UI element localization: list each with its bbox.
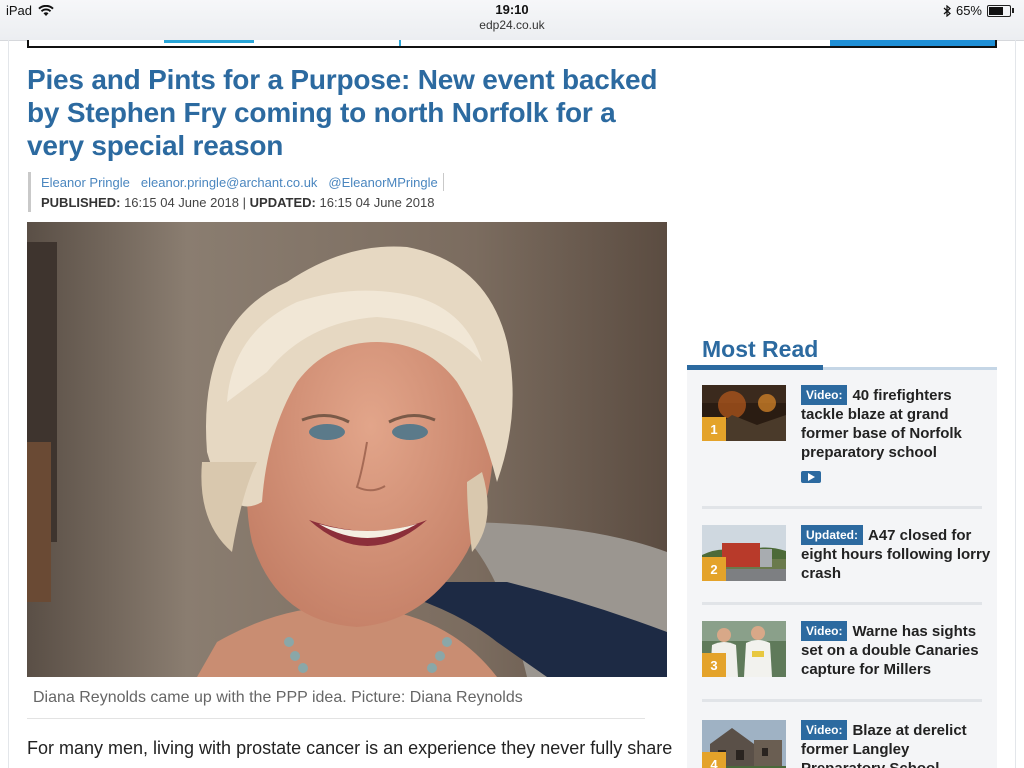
most-read-item-2[interactable]: 2 Updated: A47 closed for eight hours fol… (702, 525, 990, 595)
video-icon (801, 471, 821, 483)
thumbnail-fire[interactable]: 1 (702, 385, 786, 441)
byline-divider (442, 173, 444, 191)
updated-label: UPDATED: (249, 194, 316, 210)
most-read-item-1[interactable]: 1 Video: 40 firefighters tackle blaze at … (702, 385, 982, 495)
rank-badge: 4 (702, 752, 726, 768)
rank-badge: 2 (702, 557, 726, 581)
author-email-link[interactable]: eleanor.pringle@archant.co.uk (141, 175, 318, 190)
article-headline: Pies and Pints for a Purpose: New event … (27, 64, 658, 161)
page-edge-right (1015, 40, 1016, 768)
author-twitter-link[interactable]: @EleanorMPringle (328, 175, 437, 190)
status-right: 65% (943, 3, 1014, 18)
video-tag: Video: (801, 720, 848, 740)
battery-fill (989, 6, 1004, 15)
publish-info: PUBLISHED: 16:15 04 June 2018 | UPDATED:… (41, 192, 444, 212)
most-read-headline[interactable]: Updated: A47 closed for eight hours follo… (801, 525, 991, 583)
item-divider (702, 506, 982, 509)
item-divider (702, 602, 982, 605)
thumbnail-lorry[interactable]: 2 (702, 525, 786, 581)
updated-tag: Updated: (801, 525, 863, 545)
most-read-headline[interactable]: Video:Blaze at derelict former Langley P… (801, 720, 982, 768)
battery-percent: 65% (955, 3, 982, 18)
top-ad-banner[interactable] (27, 40, 997, 48)
video-tag: Video: (801, 385, 848, 405)
thumbnail-football[interactable]: 3 (702, 621, 786, 677)
bluetooth-icon (943, 4, 951, 17)
rank-badge: 1 (702, 417, 726, 441)
most-read-headline[interactable]: Video: Warne has sights set on a double C… (801, 621, 991, 679)
most-read-item-3[interactable]: 3 Video: Warne has sights set on a double… (702, 621, 982, 691)
author-link[interactable]: Eleanor Pringle (41, 175, 130, 190)
battery-icon (987, 4, 1011, 17)
item-divider (702, 699, 982, 702)
hero-photo[interactable] (27, 222, 667, 677)
updated-date: 16:15 04 June 2018 (319, 194, 435, 210)
ad-strip-block (830, 40, 995, 46)
most-read-item-4[interactable]: 4 Video: Blaze at derelict former Langley… (702, 720, 982, 768)
photo-caption: Diana Reynolds came up with the PPP idea… (27, 678, 645, 719)
date-separator: | (242, 194, 247, 210)
video-tag: Video: (801, 621, 848, 641)
article-body-first-line: For many men, living with prostate cance… (27, 738, 673, 758)
most-read-heading: Most Read (702, 336, 819, 362)
most-read-headline[interactable]: Video: 40 firefighters tackle blaze at gr… (801, 385, 991, 462)
status-center: 19:10 edp24.co.uk (0, 2, 1024, 32)
ad-strip-divider (399, 40, 401, 46)
ad-strip-accent (164, 40, 254, 43)
clock: 19:10 (495, 2, 529, 17)
published-date: 16:15 04 June 2018 (124, 194, 240, 210)
author-row: Eleanor Pringle eleanor.pringle@archant.… (41, 172, 444, 192)
page-edge-left (8, 40, 9, 768)
most-read-rule (823, 367, 997, 370)
thumbnail-building[interactable]: 4 (702, 720, 786, 768)
most-read-underline (687, 365, 823, 370)
published-label: PUBLISHED: (41, 194, 121, 210)
hero-photo-illustration (27, 222, 667, 677)
battery-tip (1012, 8, 1014, 13)
status-bar: iPad 19:10 edp24.co.uk 65% (0, 0, 1024, 41)
byline: Eleanor Pringle eleanor.pringle@archant.… (28, 172, 444, 212)
url-domain[interactable]: edp24.co.uk (0, 18, 1024, 32)
rank-badge: 3 (702, 653, 726, 677)
